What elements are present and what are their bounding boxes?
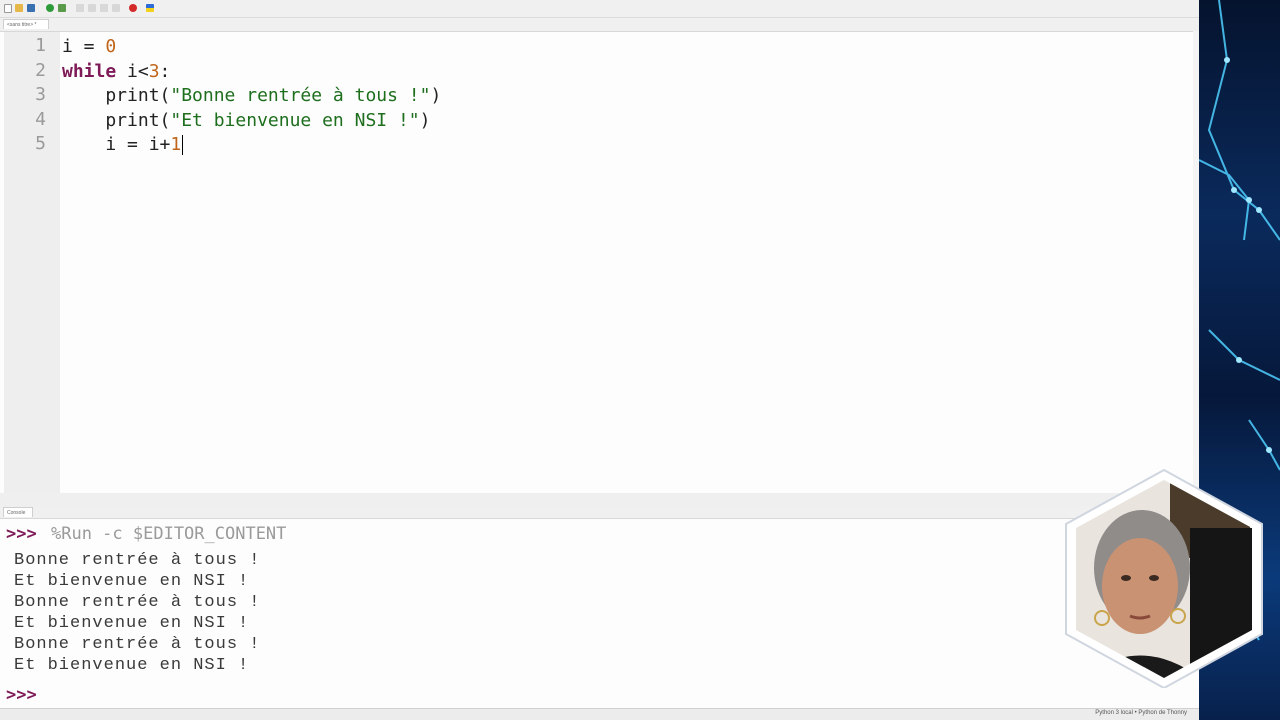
code-line[interactable]: print("Et bienvenue en NSI !") xyxy=(62,109,430,133)
console-tab[interactable]: Console xyxy=(3,507,33,517)
save-icon[interactable] xyxy=(27,4,35,12)
stop-icon[interactable] xyxy=(129,4,137,12)
text-cursor xyxy=(182,135,184,155)
code-line[interactable]: i = 0 xyxy=(62,35,116,59)
webcam-overlay xyxy=(1060,468,1268,690)
code-token: print( xyxy=(62,85,171,106)
console-output-line: Et bienvenue en NSI ! xyxy=(14,572,250,591)
line-number: 3 xyxy=(35,84,46,105)
line-number-gutter: 1 2 3 4 5 xyxy=(4,32,60,494)
resume-icon[interactable] xyxy=(112,4,120,12)
code-line[interactable]: print("Bonne rentrée à tous !") xyxy=(62,84,441,108)
code-token: 0 xyxy=(105,36,117,57)
code-token: i = xyxy=(62,36,106,57)
console-output-line: Bonne rentrée à tous ! xyxy=(14,593,261,612)
open-file-icon[interactable] xyxy=(15,4,23,12)
console-command: %Run -c $EDITOR_CONTENT xyxy=(51,524,287,544)
code-token: ) xyxy=(419,109,431,131)
line-number: 1 xyxy=(35,35,46,56)
line-number: 2 xyxy=(35,59,46,81)
debug-icon[interactable] xyxy=(58,4,66,12)
console-prompt: >>> xyxy=(6,524,37,544)
person-face xyxy=(1102,538,1178,634)
step-into-icon[interactable] xyxy=(88,4,96,12)
console-input-prompt[interactable]: >>> xyxy=(6,685,37,705)
shell-console[interactable]: >>> %Run -c $EDITOR_CONTENT Bonne rentré… xyxy=(0,518,1199,709)
toolbar xyxy=(0,0,1199,18)
code-token: 3 xyxy=(148,60,160,82)
new-file-icon[interactable] xyxy=(4,4,12,13)
code-token: i< xyxy=(116,60,149,82)
editor-tab[interactable]: <sans titre> * xyxy=(3,19,49,29)
code-token: 1 xyxy=(170,134,182,155)
code-editor[interactable]: 12345 i = 0 while i<3: print("Bonne rentr… xyxy=(0,31,1193,494)
interpreter-status[interactable]: Python 3 local • Python de Thonny xyxy=(1095,710,1187,716)
code-token: ) xyxy=(430,85,442,106)
console-output-line: Et bienvenue en NSI ! xyxy=(14,614,250,633)
thonny-window: <sans titre> * 12345 i = 0 while i<3: pri… xyxy=(0,0,1199,720)
flag-icon[interactable] xyxy=(146,4,154,12)
line-number: 5 xyxy=(35,133,46,154)
console-output-line: Et bienvenue en NSI ! xyxy=(14,656,250,675)
code-token: "Et bienvenue en NSI !" xyxy=(170,109,420,131)
code-line[interactable]: while i<3: xyxy=(62,60,170,84)
line-number: 4 xyxy=(35,108,46,130)
code-token: : xyxy=(159,60,171,82)
step-out-icon[interactable] xyxy=(100,4,108,12)
console-output-line: Bonne rentrée à tous ! xyxy=(14,635,261,654)
code-line[interactable]: i = i+1 xyxy=(62,133,184,157)
code-token: print( xyxy=(62,109,171,131)
run-icon[interactable] xyxy=(46,4,54,12)
code-token: while xyxy=(62,60,117,82)
webcam-frame xyxy=(1065,468,1263,690)
status-bar: Python 3 local • Python de Thonny xyxy=(0,708,1199,720)
code-token: i = i+ xyxy=(62,134,171,155)
step-over-icon[interactable] xyxy=(76,4,84,12)
code-token: "Bonne rentrée à tous !" xyxy=(170,85,431,106)
console-output-line: Bonne rentrée à tous ! xyxy=(14,551,261,570)
pane-splitter[interactable] xyxy=(0,493,1199,507)
